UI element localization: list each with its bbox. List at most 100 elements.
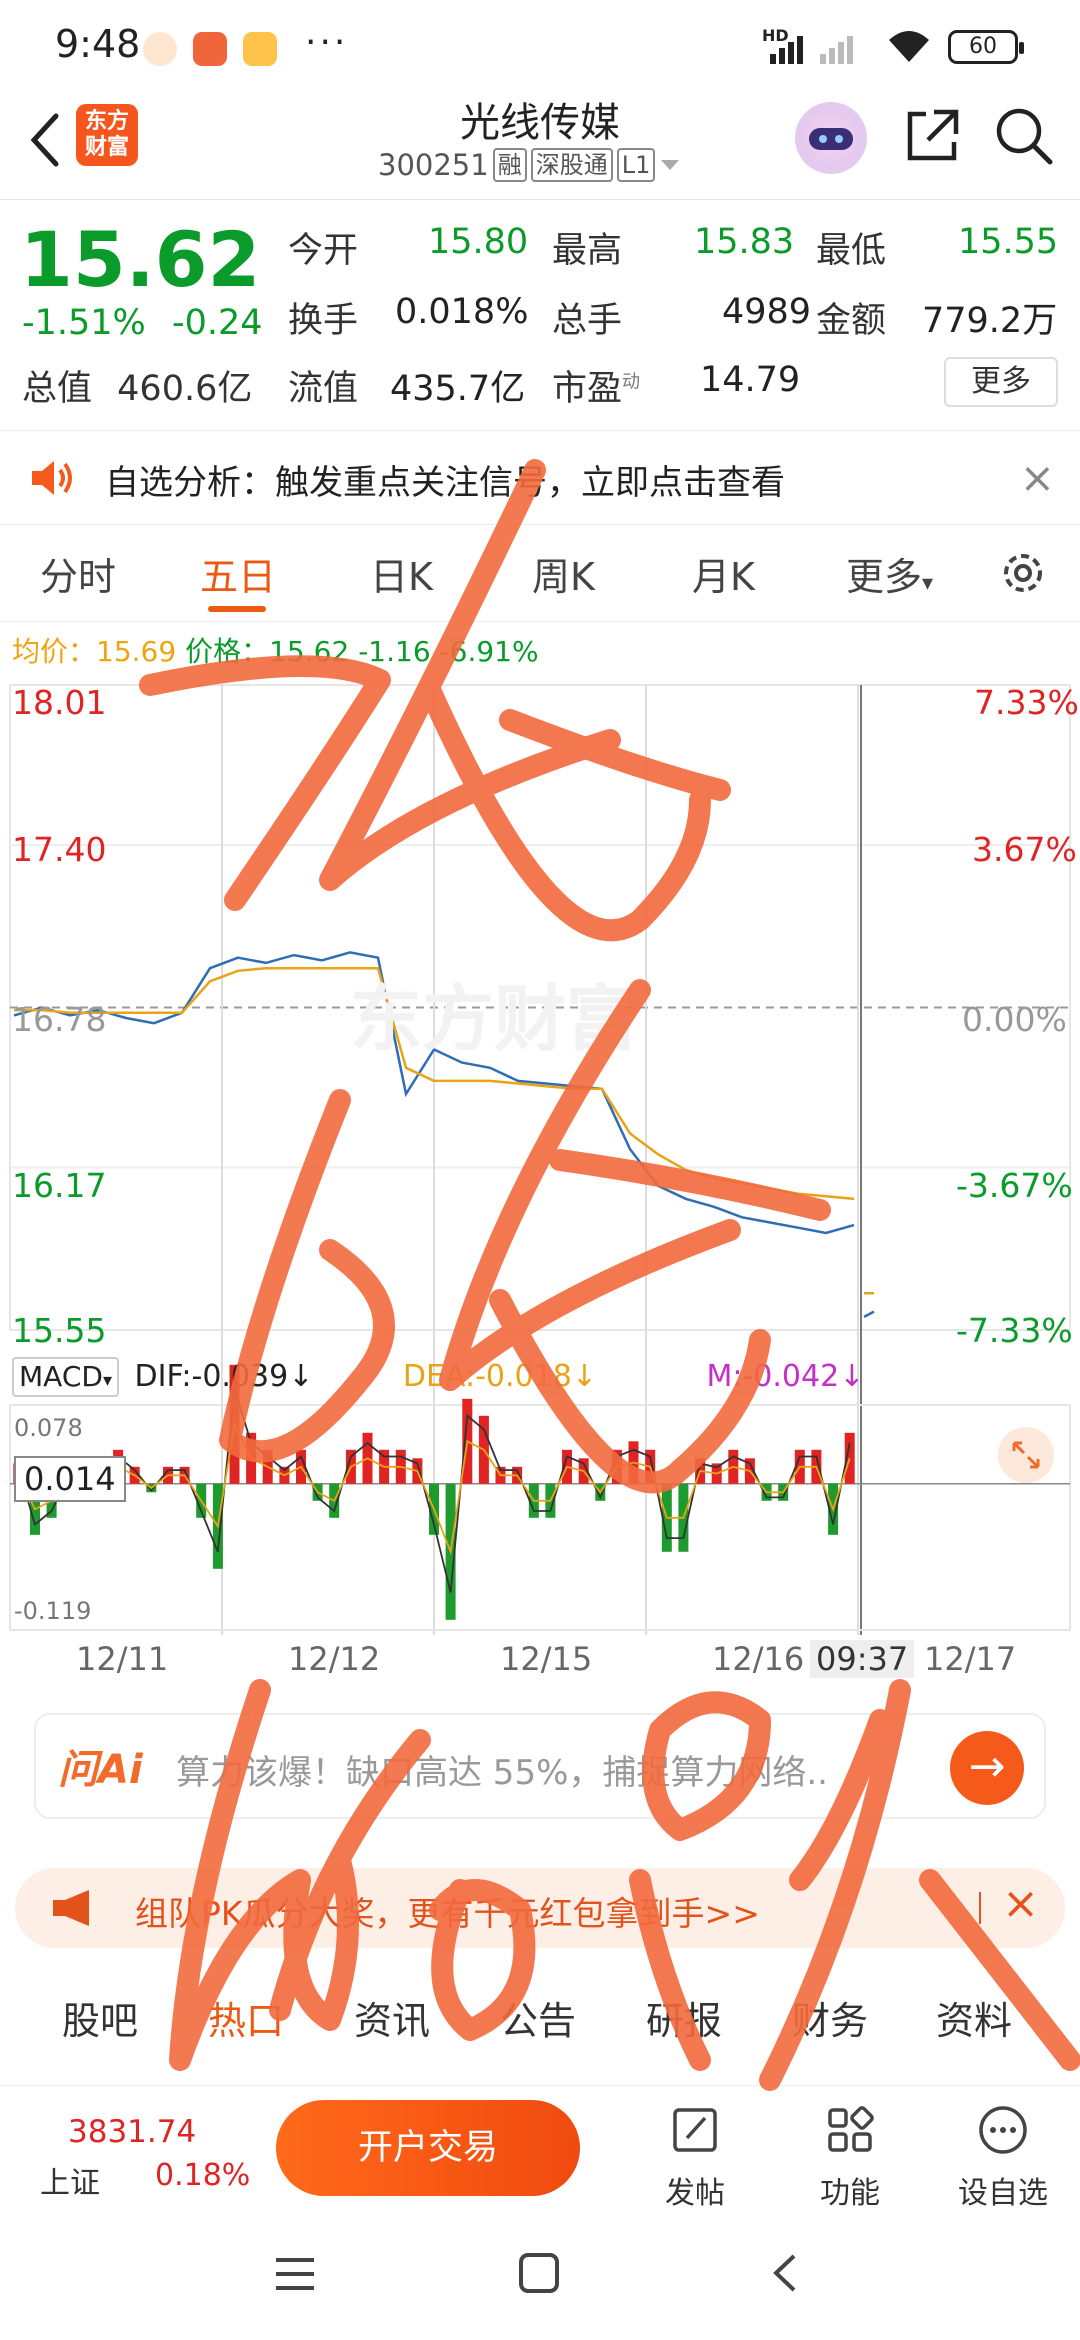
volume-value: 4989	[722, 292, 812, 332]
macd-value: M:-0.042	[706, 1359, 840, 1394]
tab-weekly-k[interactable]: 周K	[532, 546, 595, 601]
price-pct: -6.91%	[439, 635, 539, 668]
y-left-tick: 16.17	[12, 1166, 107, 1205]
stock-code: 300251	[378, 148, 489, 182]
more-notifications-icon: ···	[305, 22, 349, 63]
change-pct: -1.51%	[22, 303, 146, 343]
level-tag: L1	[616, 148, 656, 182]
macd-current-value: 0.014	[14, 1456, 126, 1502]
ai-question-bar[interactable]: 问Ai 算力该爆！缺口高达 55%，捕捉算力网络.. →	[34, 1713, 1046, 1819]
pe-label-text: 市盈	[552, 369, 623, 409]
speaker-icon	[32, 461, 72, 495]
chart-watermark: 东方财富	[350, 977, 639, 1061]
macd-selector[interactable]: MACD▾	[12, 1357, 119, 1397]
low-label: 最低	[816, 231, 887, 271]
menu-icon[interactable]	[272, 2252, 318, 2296]
promo-close-icon[interactable]: ×	[1002, 1878, 1039, 1929]
pe-label: 市盈动	[552, 360, 640, 411]
tab-hot[interactable]: 热口	[208, 1990, 284, 2045]
post-label: 发帖	[665, 2176, 725, 2211]
open-account-trade-button[interactable]: 开户交易	[276, 2100, 580, 2196]
search-icon[interactable]	[992, 104, 1056, 168]
tab-daily-k[interactable]: 日K	[370, 546, 433, 601]
system-nav-bar	[0, 2210, 1080, 2340]
functions-button[interactable]: 功能	[795, 2100, 905, 2212]
tab-guba[interactable]: 股吧	[62, 1990, 138, 2045]
stock-code-row[interactable]: 300251 融 深股通 L1	[378, 148, 681, 182]
grid-icon	[828, 2106, 874, 2152]
shopping-app-icon	[193, 32, 227, 66]
connect-tag: 深股通	[530, 148, 613, 182]
post-button[interactable]: 发帖	[640, 2100, 750, 2212]
expand-chart-button[interactable]	[998, 1427, 1054, 1483]
settings-gear-icon[interactable]	[998, 548, 1048, 598]
total-market-value: 总值 460.6亿	[22, 360, 252, 411]
avg-label: 均价：	[12, 635, 97, 668]
bottom-action-bar: 3831.74 上证 0.18% 开户交易 发帖 功能 设自选	[0, 2085, 1080, 2212]
y-left-tick: 15.55	[12, 1311, 107, 1350]
tab-more-label: 更多	[846, 555, 923, 599]
index-change: 0.18%	[155, 2158, 251, 2193]
notice-bar[interactable]: 自选分析：触发重点关注信号，立即点击查看 ×	[0, 430, 1080, 525]
functions-label: 功能	[820, 2176, 880, 2211]
amount-label: 金额	[816, 301, 887, 341]
x-date-label: 12/16	[712, 1640, 805, 1678]
add-watchlist-label: 设自选	[958, 2176, 1048, 2211]
y-left-tick: 16.78	[12, 1000, 107, 1039]
macd-frame	[9, 1404, 1071, 1631]
y-right-tick: 7.33%	[974, 683, 1079, 722]
home-icon[interactable]	[516, 2250, 562, 2296]
tab-news[interactable]: 资讯	[354, 1990, 430, 2045]
dif-arrow-icon: ↓	[288, 1359, 314, 1394]
stock-header: 东方 财富 光线传媒 300251 融 深股通 L1	[0, 90, 1080, 200]
macd-y-top: 0.078	[14, 1414, 83, 1442]
avatar-eye-left	[819, 135, 827, 143]
share-icon[interactable]	[900, 104, 964, 168]
status-time: 9:48	[55, 22, 141, 66]
x-date-label: 12/17	[924, 1640, 1017, 1678]
index-name: 上证	[40, 2166, 100, 2201]
notification-app-icon	[143, 32, 177, 66]
macd-y-bottom: -0.119	[14, 1597, 92, 1625]
float-value-label: 流值	[288, 369, 359, 409]
y-right-tick: 3.67%	[972, 830, 1077, 869]
tab-profile[interactable]: 资料	[936, 1990, 1012, 2045]
ai-go-arrow-icon[interactable]: →	[950, 1731, 1024, 1805]
five-day-chart[interactable]	[0, 675, 1080, 1690]
tab-more[interactable]: 更多▾	[846, 546, 933, 601]
total-label: 总值	[22, 369, 93, 409]
notice-close-icon[interactable]: ×	[1020, 453, 1055, 502]
avatar-visor	[809, 128, 853, 150]
crosshair-info: 均价：15.69 价格：15.62 -1.16 -6.91%	[12, 630, 539, 670]
y-left-tick: 18.01	[12, 683, 107, 722]
tab-more-caret-icon: ▾	[922, 571, 934, 596]
macd-selector-label: MACD	[19, 1360, 103, 1393]
tab-five-day[interactable]: 五日	[200, 546, 276, 601]
chart-canvas[interactable]	[0, 675, 1080, 1690]
change-amount: -0.24	[172, 303, 263, 343]
add-watchlist-button[interactable]: 设自选	[948, 2100, 1058, 2212]
low-value: 15.55	[958, 222, 1059, 262]
ai-prompt-text: 算力该爆！缺口高达 55%，捕捉算力网络..	[176, 1753, 828, 1793]
chart-period-tabs: 分时 五日 日K 周K 月K 更多▾	[0, 526, 1080, 622]
x-date-label: 12/12	[288, 1640, 381, 1678]
tab-announcements[interactable]: 公告	[500, 1990, 576, 2045]
last-price: 15.62	[20, 215, 261, 304]
quote-panel: 15.62 -1.51% -0.24 总值 460.6亿 今开 15.80 最高…	[0, 200, 1080, 430]
x-date-label: 12/15	[500, 1640, 593, 1678]
pe-sup: 动	[622, 371, 641, 393]
tab-finance[interactable]: 财务	[792, 1990, 868, 2045]
wifi-icon	[889, 31, 929, 62]
open-value: 15.80	[428, 222, 529, 262]
avg-value: 15.69	[96, 635, 177, 668]
more-quote-button[interactable]: 更多	[944, 357, 1058, 407]
tab-intraday[interactable]: 分时	[40, 546, 116, 601]
content-tabs: 股吧 热口 资讯 公告 研报 财务 资料	[0, 1968, 1080, 2073]
tab-monthly-k[interactable]: 月K	[692, 546, 755, 601]
ai-assistant-avatar[interactable]	[795, 102, 867, 174]
tab-research[interactable]: 研报	[646, 1990, 722, 2045]
ai-logo: 问Ai	[58, 1747, 143, 1793]
back-nav-icon[interactable]	[766, 2250, 806, 2296]
promo-banner[interactable]: 组队PK瓜分大奖，更有千元红包拿到手>> ×	[15, 1868, 1065, 1948]
float-value: 435.7亿	[390, 369, 526, 409]
